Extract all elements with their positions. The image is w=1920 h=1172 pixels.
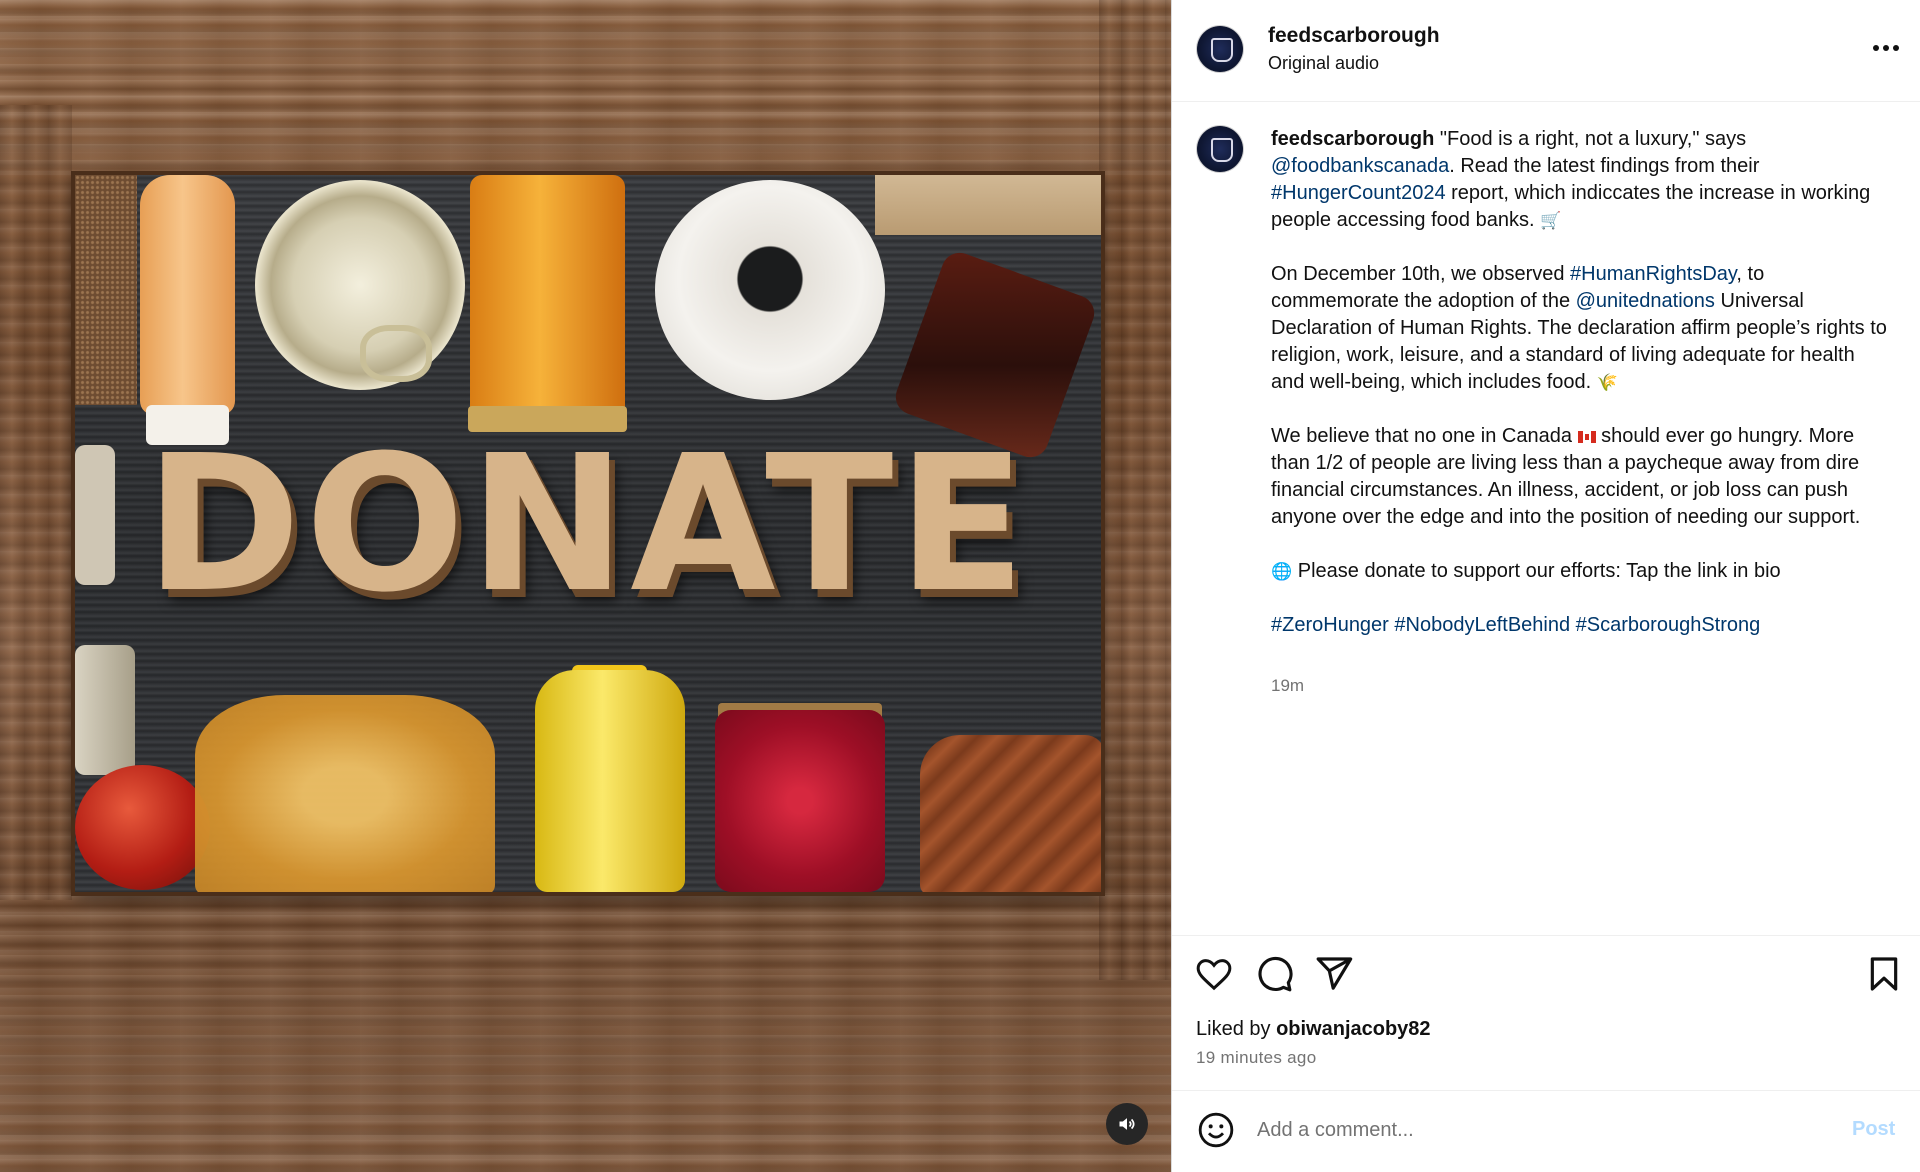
caption-text: On December 10th, we observed [1271, 263, 1571, 285]
juice-bottle [140, 175, 235, 445]
hashtag-link[interactable]: #NobodyLeftBehind [1394, 614, 1570, 636]
speaker-icon [1119, 1118, 1135, 1130]
sound-toggle-button[interactable] [1106, 1103, 1148, 1145]
shopping-cart-emoji: 🛒 [1540, 211, 1562, 230]
post-caption: feedscarborough "Food is a right, not a … [1271, 126, 1891, 666]
liked-by-text: Liked by obiwanjacoby82 [1196, 1018, 1431, 1041]
avatar[interactable] [1197, 26, 1243, 72]
donate-wooden-letters: DONATE [145, 415, 1030, 634]
buckwheat-bag [75, 175, 137, 405]
egg-carton [75, 445, 115, 585]
wood-frame-bottom [0, 895, 1171, 1172]
wood-frame-left [0, 105, 72, 900]
can-pull-tab [360, 325, 432, 382]
hashtag-link[interactable]: #ZeroHunger [1271, 614, 1389, 636]
red-apple [75, 765, 210, 890]
post-side-panel: feedscarborough Original audio feedscarb… [1171, 0, 1920, 1172]
divider [1172, 935, 1920, 936]
bookmark-icon[interactable] [1864, 954, 1904, 994]
hashtag-link[interactable]: #ScarboroughStrong [1576, 614, 1761, 636]
caption-paragraph-1: feedscarborough "Food is a right, not a … [1271, 126, 1891, 234]
pasta-bag [195, 695, 495, 892]
side-can [75, 645, 135, 775]
caption-timestamp[interactable]: 19m [1271, 676, 1304, 696]
post-media[interactable]: DONATE [0, 0, 1171, 1172]
canada-flag-icon [1577, 430, 1596, 443]
caption-text: We believe that no one in Canada [1271, 425, 1578, 447]
wood-frame-top [0, 0, 1171, 175]
globe-emoji: 🌐 [1271, 562, 1293, 581]
caption-text: . Read the latest findings from their [1449, 155, 1760, 177]
caption-hashtags: #ZeroHunger #NobodyLeftBehind #Scarborou… [1271, 612, 1891, 639]
emoji-smile-icon[interactable] [1196, 1110, 1236, 1150]
header-username[interactable]: feedscarborough [1268, 24, 1440, 48]
beet-jar [715, 710, 885, 892]
mention-link[interactable]: @foodbankscanada [1271, 155, 1449, 177]
sliced-bread [920, 735, 1101, 892]
kraft-package [875, 175, 1101, 235]
caption-paragraph-2: On December 10th, we observed #HumanRigh… [1271, 261, 1891, 396]
caption-avatar[interactable] [1197, 126, 1243, 172]
caption-username[interactable]: feedscarborough [1271, 128, 1434, 150]
comment-input[interactable] [1255, 1112, 1817, 1148]
heart-icon[interactable] [1194, 954, 1234, 994]
caption-text: "Food is a right, not a luxury," says [1434, 128, 1747, 150]
donation-photo: DONATE [75, 175, 1101, 892]
post-comment-button[interactable]: Post [1852, 1118, 1895, 1141]
caption-paragraph-4: 🌐 Please donate to support our efforts: … [1271, 558, 1891, 585]
wheat-emoji: 🌾 [1596, 373, 1618, 392]
audio-label[interactable]: Original audio [1268, 53, 1379, 74]
more-options-icon[interactable] [1866, 30, 1906, 66]
liked-by-prefix: Liked by [1196, 1018, 1277, 1040]
hashtag-link[interactable]: #HungerCount2024 [1271, 182, 1446, 204]
hashtag-link[interactable]: #HumanRightsDay [1570, 263, 1736, 285]
comment-bubble-icon[interactable] [1254, 954, 1294, 994]
divider [1172, 1090, 1920, 1091]
wood-frame-right [1099, 0, 1171, 980]
honey-jar [468, 175, 627, 432]
divider [1172, 101, 1920, 102]
caption-paragraph-3: We believe that no one in Canada should … [1271, 423, 1891, 531]
paper-plane-icon[interactable] [1314, 954, 1354, 994]
caption-text: Please donate to support our efforts: Ta… [1292, 560, 1781, 582]
toilet-paper-roll [655, 180, 885, 400]
mention-link[interactable]: @unitednations [1576, 290, 1715, 312]
post-relative-time[interactable]: 19 minutes ago [1196, 1048, 1316, 1068]
oil-bottle [535, 670, 685, 892]
liked-by-username[interactable]: obiwanjacoby82 [1276, 1018, 1431, 1040]
